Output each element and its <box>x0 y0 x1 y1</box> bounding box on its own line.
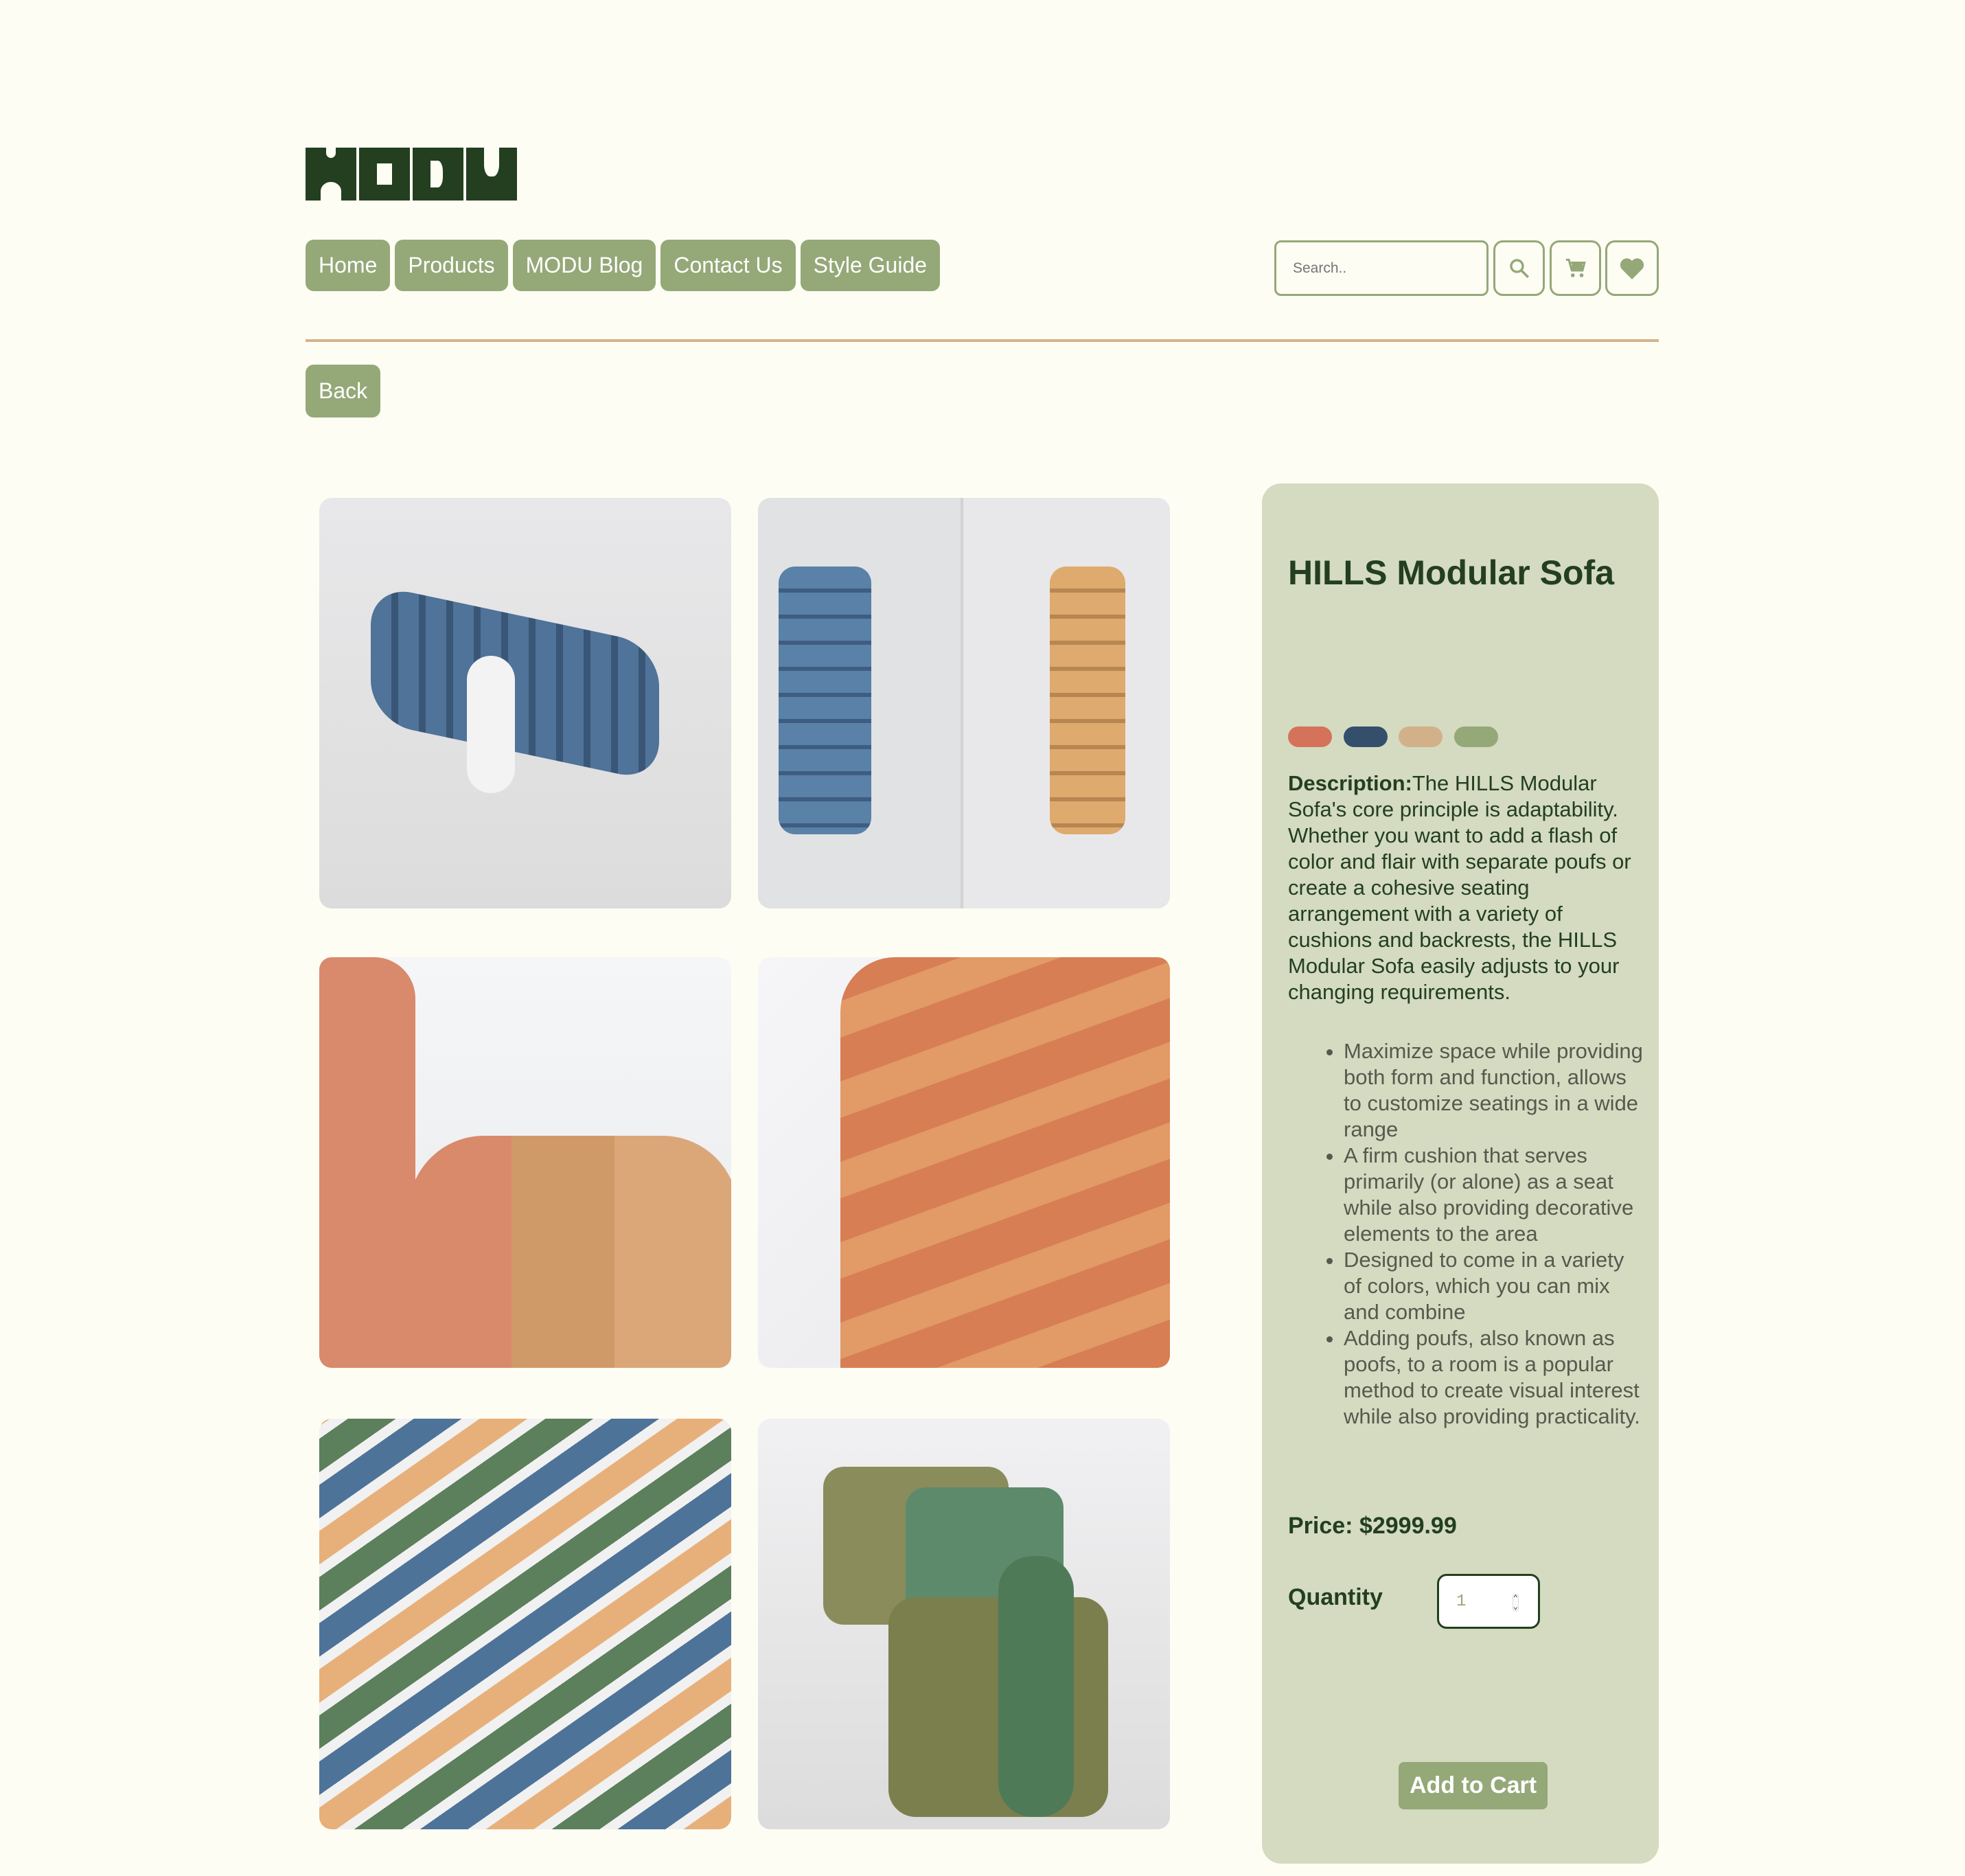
color-swatch-terracotta[interactable] <box>1288 727 1332 747</box>
feature-item: A firm cushion that serves primarily (or… <box>1344 1143 1646 1247</box>
chevron-down-icon[interactable]: ⌄ <box>1513 1603 1518 1611</box>
nav-home[interactable]: Home <box>306 240 391 291</box>
product-image-top-view[interactable] <box>758 498 1170 908</box>
cart-icon <box>1565 258 1586 277</box>
logo-letter <box>466 148 517 201</box>
search-icon <box>1509 258 1529 278</box>
feature-list: Maximize space while providing both form… <box>1344 1038 1646 1430</box>
color-swatch-sage[interactable] <box>1454 727 1498 747</box>
feature-item: Adding poufs, also known as poofs, to a … <box>1344 1325 1646 1430</box>
description-text: The HILLS Modular Sofa's core principle … <box>1288 771 1631 1004</box>
color-swatch-sand[interactable] <box>1399 727 1443 747</box>
product-image-green-sofa[interactable] <box>758 1419 1170 1829</box>
color-swatch-navy[interactable] <box>1344 727 1388 747</box>
feature-item: Designed to come in a variety of colors,… <box>1344 1247 1646 1325</box>
back-button[interactable]: Back <box>306 365 381 417</box>
description-label: Description: <box>1288 771 1412 795</box>
wishlist-button[interactable] <box>1605 240 1659 296</box>
logo-letter <box>306 148 356 201</box>
product-description: Description:The HILLS Modular Sofa's cor… <box>1288 770 1638 1005</box>
search-input[interactable] <box>1274 240 1489 296</box>
product-image-closeup-side[interactable] <box>758 957 1170 1368</box>
quantity-label: Quantity <box>1288 1584 1383 1610</box>
cart-button[interactable] <box>1550 240 1601 296</box>
nav-blog[interactable]: MODU Blog <box>512 240 656 291</box>
logo-letter <box>359 148 410 201</box>
product-price: Price: $2999.99 <box>1288 1513 1457 1539</box>
product-title: HILLS Modular Sofa <box>1288 553 1614 592</box>
heart-icon <box>1620 258 1644 279</box>
logo-letter <box>413 148 463 201</box>
main-nav: Home Products MODU Blog Contact Us Style… <box>306 240 941 291</box>
header-divider <box>306 339 1659 342</box>
add-to-cart-button[interactable]: Add to Cart <box>1399 1762 1548 1809</box>
product-image-pattern[interactable] <box>319 1419 731 1829</box>
product-image-blue-sofa[interactable] <box>319 498 731 908</box>
modu-logo[interactable] <box>306 148 517 201</box>
product-image-closeup-orange[interactable] <box>319 957 731 1368</box>
feature-item: Maximize space while providing both form… <box>1344 1038 1646 1143</box>
nav-products[interactable]: Products <box>395 240 508 291</box>
nav-contact[interactable]: Contact Us <box>660 240 796 291</box>
quantity-stepper[interactable]: 1 ⌃ ⌄ <box>1437 1574 1540 1629</box>
quantity-value: 1 <box>1456 1592 1467 1611</box>
stepper-arrows[interactable]: ⌃ ⌄ <box>1512 1594 1519 1612</box>
search-button[interactable] <box>1493 240 1545 296</box>
nav-style-guide[interactable]: Style Guide <box>800 240 941 291</box>
